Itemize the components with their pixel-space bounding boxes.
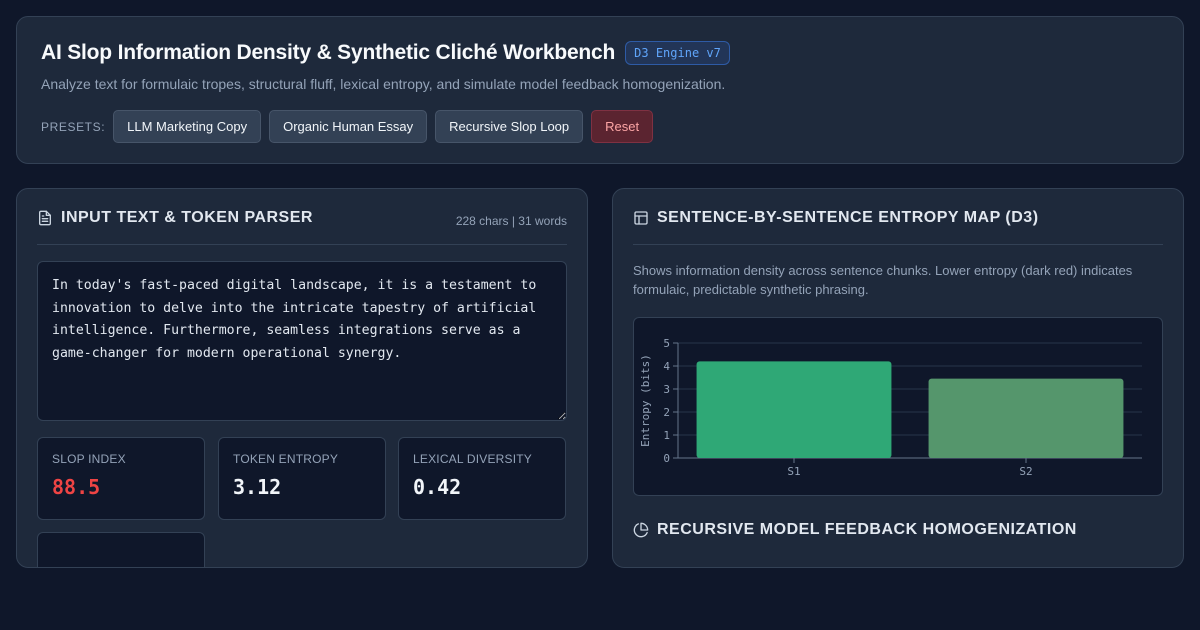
- y-tick-label: 3: [663, 383, 670, 396]
- slop-index-card: SLOP INDEX 88.5: [37, 437, 205, 520]
- y-axis-label: Entropy (bits): [639, 354, 652, 447]
- input-panel-header: INPUT TEXT & TOKEN PARSER 228 chars | 31…: [37, 209, 567, 245]
- entropy-panel-title-text: SENTENCE-BY-SENTENCE ENTROPY MAP (D3): [657, 209, 1039, 226]
- entropy-chart-svg: 0 1 2 3 4 5 Entropy (bits) S1 S2: [639, 337, 1142, 478]
- preset-llm-marketing-button[interactable]: LLM Marketing Copy: [113, 110, 262, 143]
- page-title: AI Slop Information Density & Synthetic …: [41, 41, 616, 64]
- token-entropy-label: TOKEN ENTROPY: [233, 452, 339, 466]
- entropy-panel-title: SENTENCE-BY-SENTENCE ENTROPY MAP (D3): [633, 209, 1039, 227]
- x-tick-label: S1: [787, 465, 800, 478]
- reset-button[interactable]: Reset: [591, 110, 654, 143]
- page-subtitle: Analyze text for formulaic tropes, struc…: [41, 76, 726, 92]
- slop-index-value: 88.5: [52, 475, 101, 499]
- entropy-description: Shows information density across sentenc…: [633, 263, 1133, 297]
- header-panel: AI Slop Information Density & Synthetic …: [16, 16, 1184, 164]
- y-tick-label: 5: [663, 337, 670, 350]
- slop-index-label: SLOP INDEX: [52, 452, 126, 466]
- entropy-chart: 0 1 2 3 4 5 Entropy (bits) S1 S2: [633, 317, 1163, 496]
- entropy-bar: [928, 378, 1124, 458]
- metric-card-4: [37, 532, 205, 567]
- input-panel-title: INPUT TEXT & TOKEN PARSER: [37, 209, 313, 227]
- entropy-panel-header: SENTENCE-BY-SENTENCE ENTROPY MAP (D3): [633, 209, 1163, 245]
- presets-bar: PRESETS: LLM Marketing Copy Organic Huma…: [41, 110, 654, 143]
- entropy-bar: [696, 361, 892, 458]
- presets-label: PRESETS:: [41, 119, 106, 134]
- char-word-count: 228 chars | 31 words: [455, 214, 567, 228]
- token-entropy-card: TOKEN ENTROPY 3.12: [218, 437, 386, 520]
- layout-icon: [634, 211, 648, 225]
- file-text-icon: [39, 210, 51, 226]
- lexical-diversity-value: 0.42: [413, 475, 462, 499]
- feedback-section-title: RECURSIVE MODEL FEEDBACK HOMOGENIZATION: [633, 521, 1077, 539]
- preset-organic-essay-button[interactable]: Organic Human Essay: [269, 110, 428, 143]
- lexical-diversity-label: LEXICAL DIVERSITY: [413, 452, 532, 466]
- y-tick-label: 1: [663, 429, 670, 442]
- feedback-section-title-text: RECURSIVE MODEL FEEDBACK HOMOGENIZATION: [657, 521, 1077, 538]
- input-panel-title-text: INPUT TEXT & TOKEN PARSER: [61, 209, 313, 226]
- x-tick-label: S2: [1019, 465, 1032, 478]
- lexical-diversity-card: LEXICAL DIVERSITY 0.42: [398, 437, 566, 520]
- entropy-panel: SENTENCE-BY-SENTENCE ENTROPY MAP (D3) Sh…: [612, 188, 1184, 568]
- y-tick-label: 0: [663, 452, 670, 465]
- engine-badge: D3 Engine v7: [625, 41, 730, 65]
- preset-recursive-slop-button[interactable]: Recursive Slop Loop: [435, 110, 584, 143]
- title-row: AI Slop Information Density & Synthetic …: [41, 41, 730, 65]
- pie-chart-icon: [633, 522, 649, 538]
- input-textarea[interactable]: [37, 261, 567, 421]
- y-tick-label: 4: [663, 360, 670, 373]
- input-panel: INPUT TEXT & TOKEN PARSER 228 chars | 31…: [16, 188, 588, 568]
- token-entropy-value: 3.12: [233, 475, 282, 499]
- y-tick-label: 2: [663, 406, 670, 419]
